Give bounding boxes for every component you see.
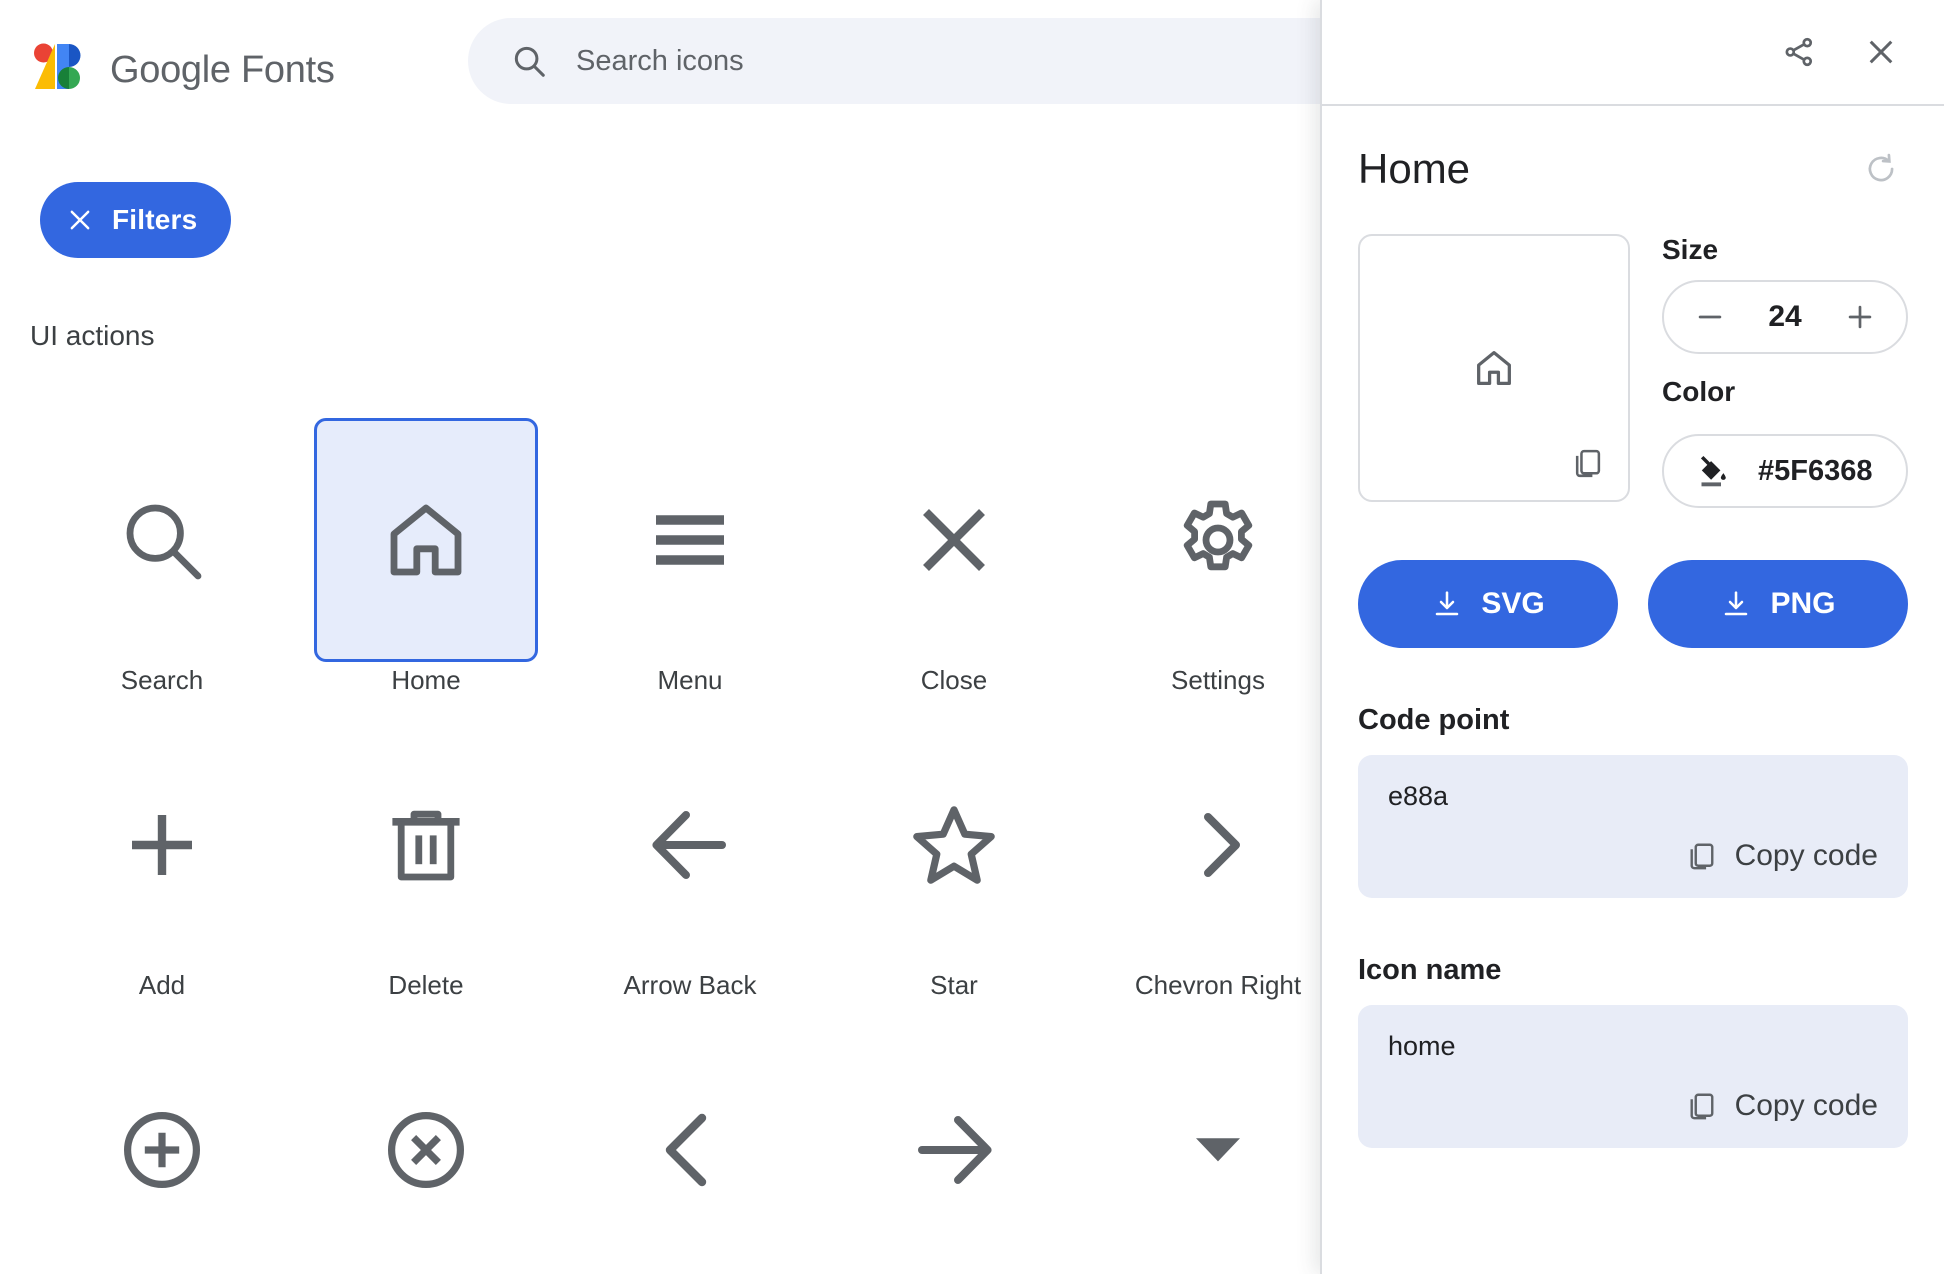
share-button[interactable] — [1772, 25, 1826, 79]
icon-cell-chevron-right[interactable]: Chevron Right — [1086, 723, 1350, 1028]
color-value: #5F6368 — [1758, 455, 1873, 488]
format-color-fill-icon — [1694, 453, 1730, 489]
size-decrement-button[interactable] — [1690, 297, 1730, 337]
copy-icon — [1683, 1088, 1719, 1124]
size-stepper[interactable]: 24 — [1662, 280, 1908, 354]
download-icon — [1431, 588, 1463, 620]
refresh-button[interactable] — [1854, 142, 1908, 196]
brand-title: Google Fonts — [110, 49, 335, 92]
color-picker-field[interactable]: #5F6368 — [1662, 434, 1908, 508]
icon-cell-close[interactable]: Close — [822, 418, 1086, 723]
icon-cell-delete[interactable]: Delete — [294, 723, 558, 1028]
icon-cell-arrow-back-ios[interactable]: Arrow Back iOS — [558, 1028, 822, 1274]
brand-google: Google — [110, 49, 231, 91]
icon-tile — [842, 418, 1066, 662]
icon-label: Settings — [1171, 664, 1265, 697]
icon-cell-home[interactable]: Home — [294, 418, 558, 723]
icon-cell-arrow-forward[interactable]: Arrow Forward — [822, 1028, 1086, 1274]
icon-tile — [50, 418, 274, 662]
icon-tile — [314, 723, 538, 967]
icon-cell-cancel[interactable]: Cancel — [294, 1028, 558, 1274]
google-fonts-icons-page: Google Fonts Filters UI actions — [0, 0, 1944, 1274]
icon-controls: Size 24 — [1662, 234, 1908, 508]
download-svg-button[interactable]: SVG — [1358, 560, 1618, 648]
minus-icon — [1693, 300, 1727, 334]
icon-tile — [842, 1028, 1066, 1272]
code-point-value: e88a — [1388, 781, 1878, 812]
icon-preview-box[interactable] — [1358, 234, 1630, 502]
icon-tile — [1106, 418, 1330, 662]
code-point-box[interactable]: e88a Copy code — [1358, 755, 1908, 898]
google-fonts-logo — [30, 39, 92, 101]
icon-detail-panel: Home — [1320, 0, 1944, 1274]
icon-tile — [578, 1028, 802, 1272]
search-icon — [510, 42, 548, 80]
close-panel-button[interactable] — [1854, 25, 1908, 79]
filters-button[interactable]: Filters — [40, 182, 231, 258]
code-point-copy-button[interactable]: Copy code — [1388, 838, 1878, 874]
panel-title-row: Home — [1358, 142, 1908, 196]
icon-label: Star — [930, 969, 978, 1002]
panel-body: Home — [1322, 142, 1944, 1148]
icon-label: Close — [921, 664, 987, 697]
download-svg-label: SVG — [1481, 587, 1544, 621]
download-buttons-row: SVG PNG — [1358, 560, 1908, 648]
close-icon — [66, 206, 94, 234]
copy-icon — [1683, 838, 1719, 874]
share-icon — [1781, 34, 1817, 70]
code-point-label: Code point — [1358, 704, 1908, 737]
download-icon — [1720, 588, 1752, 620]
icon-cell-search[interactable]: Search — [30, 418, 294, 723]
icon-tile — [1106, 1028, 1330, 1266]
panel-header — [1322, 0, 1944, 106]
icon-tile — [842, 723, 1066, 967]
brand-fonts: Fonts — [231, 49, 335, 91]
icon-label: Add — [139, 969, 185, 1002]
icon-name-value: home — [1388, 1031, 1878, 1062]
icon-cell-arrow-drop-down[interactable]: Arrow Drop Down — [1086, 1028, 1350, 1274]
home-icon — [1471, 345, 1517, 391]
refresh-icon — [1862, 150, 1900, 188]
icon-cell-add[interactable]: Add — [30, 723, 294, 1028]
icon-label: Chevron Right — [1135, 969, 1301, 1002]
copy-icon[interactable] — [1568, 444, 1606, 482]
icon-tile — [314, 1028, 538, 1272]
close-icon — [1862, 33, 1900, 71]
icon-tile — [1106, 723, 1330, 967]
download-png-button[interactable]: PNG — [1648, 560, 1908, 648]
color-label: Color — [1662, 376, 1908, 408]
size-increment-button[interactable] — [1840, 297, 1880, 337]
icon-label: Search — [121, 664, 203, 697]
preview-row: Size 24 — [1358, 234, 1908, 508]
icon-name-copy-button[interactable]: Copy code — [1388, 1088, 1878, 1124]
icon-name-box[interactable]: home Copy code — [1358, 1005, 1908, 1148]
icon-tile — [314, 418, 538, 662]
icon-tile — [578, 723, 802, 967]
section-title: UI actions — [30, 320, 155, 352]
copy-code-label: Copy code — [1735, 1089, 1878, 1123]
icon-cell-add-circle[interactable]: Add Circle — [30, 1028, 294, 1274]
icon-label: Arrow Drop Down — [1123, 1268, 1313, 1274]
filters-label: Filters — [112, 204, 197, 236]
download-png-label: PNG — [1770, 587, 1835, 621]
icon-label: Delete — [388, 969, 463, 1002]
brand[interactable]: Google Fonts — [30, 39, 335, 101]
icon-name-label: Icon name — [1358, 954, 1908, 987]
icon-grid: Search Home Menu — [30, 418, 1320, 1274]
icon-label: Menu — [657, 664, 722, 697]
icon-tile — [50, 723, 274, 967]
icon-cell-arrow-back[interactable]: Arrow Back — [558, 723, 822, 1028]
copy-code-label: Copy code — [1735, 839, 1878, 873]
icon-label: Arrow Back — [624, 969, 757, 1002]
icon-cell-menu[interactable]: Menu — [558, 418, 822, 723]
size-label: Size — [1662, 234, 1908, 266]
icon-tile — [578, 418, 802, 662]
panel-title: Home — [1358, 145, 1470, 193]
plus-icon — [1843, 300, 1877, 334]
icon-tile — [50, 1028, 274, 1272]
icon-cell-star[interactable]: Star — [822, 723, 1086, 1028]
icon-label: Home — [391, 664, 460, 697]
icon-cell-settings[interactable]: Settings — [1086, 418, 1350, 723]
size-value: 24 — [1768, 300, 1801, 334]
